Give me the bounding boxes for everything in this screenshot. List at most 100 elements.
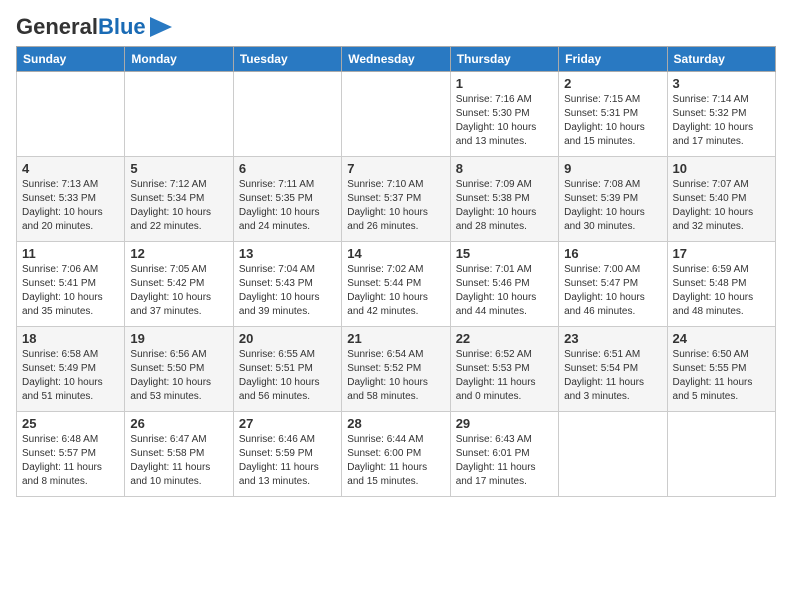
logo-arrow-icon [150,17,172,37]
cell-info: Sunrise: 7:06 AM Sunset: 5:41 PM Dayligh… [22,263,119,319]
cell-info: Sunrise: 7:00 AM Sunset: 5:47 PM Dayligh… [564,263,661,319]
col-header-friday: Friday [559,47,667,72]
cell-info: Sunrise: 7:07 AM Sunset: 5:40 PM Dayligh… [673,178,770,234]
calendar-cell: 2 Sunrise: 7:15 AM Sunset: 5:31 PM Daylig… [559,72,667,157]
calendar-cell: 4 Sunrise: 7:13 AM Sunset: 5:33 PM Daylig… [17,157,125,242]
day-number: 15 [456,246,553,261]
cell-info: Sunrise: 7:14 AM Sunset: 5:32 PM Dayligh… [673,93,770,149]
calendar-cell [342,72,450,157]
day-number: 6 [239,161,336,176]
cell-info: Sunrise: 6:50 AM Sunset: 5:55 PM Dayligh… [673,348,770,404]
day-number: 25 [22,416,119,431]
day-number: 22 [456,331,553,346]
col-header-tuesday: Tuesday [233,47,341,72]
logo: GeneralBlue [16,16,172,38]
calendar-cell: 14 Sunrise: 7:02 AM Sunset: 5:44 PM Dayli… [342,242,450,327]
calendar-cell: 12 Sunrise: 7:05 AM Sunset: 5:42 PM Dayli… [125,242,233,327]
calendar-week-row: 18 Sunrise: 6:58 AM Sunset: 5:49 PM Dayli… [17,327,776,412]
day-number: 11 [22,246,119,261]
calendar-cell: 1 Sunrise: 7:16 AM Sunset: 5:30 PM Daylig… [450,72,558,157]
day-number: 1 [456,76,553,91]
cell-info: Sunrise: 7:02 AM Sunset: 5:44 PM Dayligh… [347,263,444,319]
day-number: 24 [673,331,770,346]
cell-info: Sunrise: 7:05 AM Sunset: 5:42 PM Dayligh… [130,263,227,319]
day-number: 7 [347,161,444,176]
day-number: 27 [239,416,336,431]
calendar-cell [559,412,667,497]
cell-info: Sunrise: 6:44 AM Sunset: 6:00 PM Dayligh… [347,433,444,489]
calendar-week-row: 1 Sunrise: 7:16 AM Sunset: 5:30 PM Daylig… [17,72,776,157]
col-header-wednesday: Wednesday [342,47,450,72]
cell-info: Sunrise: 6:54 AM Sunset: 5:52 PM Dayligh… [347,348,444,404]
calendar-cell [17,72,125,157]
col-header-sunday: Sunday [17,47,125,72]
col-header-saturday: Saturday [667,47,775,72]
cell-info: Sunrise: 7:10 AM Sunset: 5:37 PM Dayligh… [347,178,444,234]
calendar-cell: 18 Sunrise: 6:58 AM Sunset: 5:49 PM Dayli… [17,327,125,412]
col-header-thursday: Thursday [450,47,558,72]
calendar-cell: 13Sunrise: 7:04 AM Sunset: 5:43 PM Dayli… [233,242,341,327]
logo-blue: Blue [98,14,146,39]
calendar-week-row: 11 Sunrise: 7:06 AM Sunset: 5:41 PM Dayli… [17,242,776,327]
day-number: 2 [564,76,661,91]
cell-info: Sunrise: 6:55 AM Sunset: 5:51 PM Dayligh… [239,348,336,404]
calendar-cell: 25Sunrise: 6:48 AM Sunset: 5:57 PM Dayli… [17,412,125,497]
day-number: 26 [130,416,227,431]
cell-info: Sunrise: 7:08 AM Sunset: 5:39 PM Dayligh… [564,178,661,234]
day-number: 23 [564,331,661,346]
cell-info: Sunrise: 6:59 AM Sunset: 5:48 PM Dayligh… [673,263,770,319]
calendar-cell: 8 Sunrise: 7:09 AM Sunset: 5:38 PM Daylig… [450,157,558,242]
cell-info: Sunrise: 7:13 AM Sunset: 5:33 PM Dayligh… [22,178,119,234]
day-number: 28 [347,416,444,431]
cell-info: Sunrise: 6:52 AM Sunset: 5:53 PM Dayligh… [456,348,553,404]
logo-general: General [16,14,98,39]
col-header-monday: Monday [125,47,233,72]
calendar-cell: 17 Sunrise: 6:59 AM Sunset: 5:48 PM Dayli… [667,242,775,327]
cell-info: Sunrise: 7:16 AM Sunset: 5:30 PM Dayligh… [456,93,553,149]
calendar-cell: 15 Sunrise: 7:01 AM Sunset: 5:46 PM Dayli… [450,242,558,327]
calendar-cell: 6 Sunrise: 7:11 AM Sunset: 5:35 PM Daylig… [233,157,341,242]
cell-info: Sunrise: 7:15 AM Sunset: 5:31 PM Dayligh… [564,93,661,149]
day-number: 9 [564,161,661,176]
cell-info: Sunrise: 6:46 AM Sunset: 5:59 PM Dayligh… [239,433,336,489]
day-number: 17 [673,246,770,261]
day-number: 18 [22,331,119,346]
page-header: GeneralBlue [16,16,776,38]
calendar-cell: 21 Sunrise: 6:54 AM Sunset: 5:52 PM Dayli… [342,327,450,412]
day-number: 12 [130,246,227,261]
day-number: 29 [456,416,553,431]
logo-block: GeneralBlue [16,16,172,38]
calendar-cell [667,412,775,497]
day-number: 10 [673,161,770,176]
calendar-cell: 20 Sunrise: 6:55 AM Sunset: 5:51 PM Dayli… [233,327,341,412]
day-number: 21 [347,331,444,346]
day-number: 20 [239,331,336,346]
day-number: 14 [347,246,444,261]
calendar-cell: 19Sunrise: 6:56 AM Sunset: 5:50 PM Dayli… [125,327,233,412]
calendar-cell: 11 Sunrise: 7:06 AM Sunset: 5:41 PM Dayli… [17,242,125,327]
cell-info: Sunrise: 6:58 AM Sunset: 5:49 PM Dayligh… [22,348,119,404]
calendar-cell: 7 Sunrise: 7:10 AM Sunset: 5:37 PM Daylig… [342,157,450,242]
calendar-cell: 9 Sunrise: 7:08 AM Sunset: 5:39 PM Daylig… [559,157,667,242]
calendar-cell [125,72,233,157]
calendar-table: SundayMondayTuesdayWednesdayThursdayFrid… [16,46,776,497]
calendar-cell: 16 Sunrise: 7:00 AM Sunset: 5:47 PM Dayli… [559,242,667,327]
cell-info: Sunrise: 6:43 AM Sunset: 6:01 PM Dayligh… [456,433,553,489]
calendar-cell: 29 Sunrise: 6:43 AM Sunset: 6:01 PM Dayli… [450,412,558,497]
cell-info: Sunrise: 7:11 AM Sunset: 5:35 PM Dayligh… [239,178,336,234]
calendar-week-row: 25Sunrise: 6:48 AM Sunset: 5:57 PM Dayli… [17,412,776,497]
day-number: 8 [456,161,553,176]
day-number: 5 [130,161,227,176]
day-number: 13 [239,246,336,261]
calendar-cell: 28 Sunrise: 6:44 AM Sunset: 6:00 PM Dayli… [342,412,450,497]
calendar-header-row: SundayMondayTuesdayWednesdayThursdayFrid… [17,47,776,72]
cell-info: Sunrise: 6:47 AM Sunset: 5:58 PM Dayligh… [130,433,227,489]
cell-info: Sunrise: 7:12 AM Sunset: 5:34 PM Dayligh… [130,178,227,234]
day-number: 4 [22,161,119,176]
calendar-week-row: 4 Sunrise: 7:13 AM Sunset: 5:33 PM Daylig… [17,157,776,242]
logo-text: GeneralBlue [16,16,146,38]
cell-info: Sunrise: 7:01 AM Sunset: 5:46 PM Dayligh… [456,263,553,319]
day-number: 16 [564,246,661,261]
cell-info: Sunrise: 7:09 AM Sunset: 5:38 PM Dayligh… [456,178,553,234]
cell-info: Sunrise: 6:51 AM Sunset: 5:54 PM Dayligh… [564,348,661,404]
